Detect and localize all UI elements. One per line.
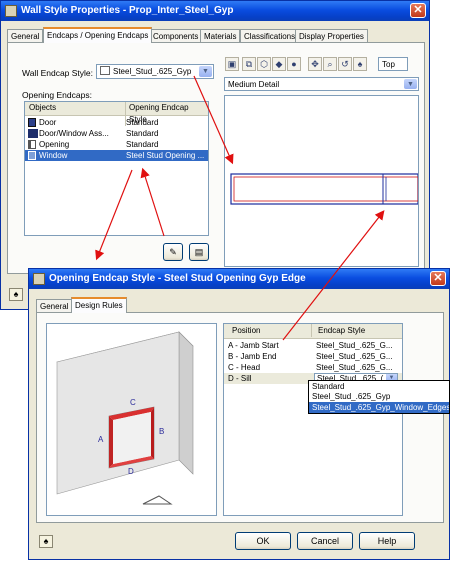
table-row-opening[interactable]: Opening Standard: [25, 139, 208, 150]
chevron-down-icon[interactable]: ▼: [404, 79, 417, 89]
app-icon: [5, 5, 17, 17]
tab-display-properties[interactable]: Display Properties: [295, 29, 368, 43]
close-button[interactable]: ✕: [410, 3, 426, 18]
label-b: B: [159, 427, 165, 436]
row-position: B - Jamb End: [228, 352, 277, 361]
endcap-style-icon: [100, 66, 110, 75]
table-row-jamb-end[interactable]: B - Jamb End Steel_Stud_.625_G...: [224, 351, 402, 362]
preview-toolbar: ▣ ⧉ ⬡ ◆ ● ✥ ⌕ ↺ ♠ Top: [221, 57, 418, 73]
edit-style-button[interactable]: ✎: [163, 243, 183, 261]
row-position: C - Head: [228, 363, 261, 372]
label-a: A: [98, 435, 104, 444]
table-row-window[interactable]: Window Steel Stud Opening ...: [25, 150, 208, 161]
row-object: Door/Window Ass...: [39, 129, 109, 138]
window-title: Wall Style Properties - Prop_Inter_Steel…: [21, 5, 234, 16]
display-detail-select[interactable]: Medium Detail ▼: [224, 77, 419, 91]
label-d: D: [128, 467, 134, 476]
light-icon[interactable]: ♠: [353, 57, 367, 71]
design-rules-panel: A B C D Position Endcap Style A - Jamb S…: [36, 312, 444, 523]
table-row-jamb-start[interactable]: A - Jamb Start Steel_Stud_.625_G...: [224, 340, 402, 351]
opening-icon: [28, 140, 36, 149]
dropdown-option[interactable]: Steel_Stud_.625_Gyp: [309, 392, 449, 402]
tab-endcaps[interactable]: Endcaps / Opening Endcaps: [43, 27, 153, 43]
row-style: Standard: [126, 129, 159, 138]
zoom-icon[interactable]: ⌕: [323, 57, 337, 71]
close-button[interactable]: ✕: [430, 271, 446, 286]
row-style: Standard: [126, 118, 159, 127]
sphere-icon[interactable]: ●: [287, 57, 301, 71]
row-position: D - Sill: [228, 374, 252, 383]
row-endcap-style: Steel_Stud_.625_G...: [316, 352, 393, 361]
row-style: Standard: [126, 140, 159, 149]
tab-general[interactable]: General: [36, 299, 73, 313]
orbit-icon[interactable]: ↺: [338, 57, 352, 71]
window-icon: [28, 151, 36, 160]
chevron-down-icon[interactable]: ▼: [199, 66, 212, 77]
position-endcap-table: Position Endcap Style A - Jamb Start Ste…: [223, 323, 403, 516]
help-button[interactable]: Help: [359, 532, 415, 550]
column-header-endcap-style[interactable]: Endcap Style: [311, 324, 365, 337]
dropdown-option[interactable]: Standard: [309, 382, 449, 392]
tab-content-panel: Wall Endcap Style: Steel_Stud_.625_Gyp ▼…: [7, 42, 425, 274]
table-row-door-window-assembly[interactable]: Door/Window Ass... Standard: [25, 128, 208, 139]
dropdown-option-selected[interactable]: Steel_Stud_.625_Gyp_Window_Edges: [309, 402, 449, 413]
wireframe-icon[interactable]: ⬡: [257, 57, 271, 71]
wall-style-properties-window: Wall Style Properties - Prop_Inter_Steel…: [0, 0, 430, 310]
window-title: Opening Endcap Style - Steel Stud Openin…: [49, 273, 306, 284]
title-bar[interactable]: Wall Style Properties - Prop_Inter_Steel…: [1, 1, 429, 21]
bottom-bar-icon[interactable]: ♠: [9, 288, 23, 301]
cancel-button[interactable]: Cancel: [297, 532, 353, 550]
door-icon: [28, 118, 36, 127]
tab-components[interactable]: Components: [149, 29, 203, 43]
view-select[interactable]: Top: [378, 57, 408, 71]
column-header-position[interactable]: Position: [232, 324, 260, 337]
row-position: A - Jamb Start: [228, 341, 279, 350]
ok-button[interactable]: OK: [235, 532, 291, 550]
table-row-door[interactable]: Door Standard: [25, 117, 208, 128]
table-row-head[interactable]: C - Head Steel_Stud_.625_G...: [224, 362, 402, 373]
copy-icon[interactable]: ⧉: [242, 57, 256, 71]
preview-canvas[interactable]: [224, 95, 419, 267]
endcap-illustration: A B C D: [46, 323, 217, 516]
column-header-objects[interactable]: Objects: [29, 102, 56, 114]
opening-endcaps-label: Opening Endcaps:: [22, 90, 92, 100]
style-manager-icon: ▤: [194, 247, 204, 257]
pencil-icon: ✎: [169, 247, 177, 257]
wall-endcap-style-select[interactable]: Steel_Stud_.625_Gyp ▼: [96, 64, 214, 79]
zoom-extents-icon[interactable]: ✥: [308, 57, 322, 71]
display-detail-value: Medium Detail: [228, 80, 280, 89]
endcap-style-dropdown-list[interactable]: Standard Steel_Stud_.625_Gyp Steel_Stud_…: [308, 380, 450, 414]
row-endcap-style: Steel_Stud_.625_G...: [316, 363, 393, 372]
wall-opening-diagram: [56, 331, 194, 505]
tab-design-rules[interactable]: Design Rules: [71, 297, 127, 313]
opening-endcap-style-window: Opening Endcap Style - Steel Stud Openin…: [28, 268, 450, 560]
wall-endcap-style-label: Wall Endcap Style:: [22, 68, 94, 78]
title-bar[interactable]: Opening Endcap Style - Steel Stud Openin…: [29, 269, 449, 289]
style-manager-button[interactable]: ▤: [189, 243, 209, 261]
label-c: C: [130, 398, 136, 407]
door-window-assembly-icon: [28, 129, 38, 138]
wall-endcap-style-value: Steel_Stud_.625_Gyp: [113, 67, 192, 76]
row-object: Window: [39, 151, 68, 160]
opening-endcaps-table: Objects Opening Endcap Style Door Standa…: [24, 101, 209, 236]
tab-classifications[interactable]: Classifications: [240, 29, 300, 43]
shade-icon[interactable]: ◆: [272, 57, 286, 71]
row-endcap-style: Steel_Stud_.625_G...: [316, 341, 393, 350]
row-object: Door: [39, 118, 57, 127]
row-object: Opening: [39, 140, 70, 149]
tab-general[interactable]: General: [7, 29, 44, 43]
row-style: Steel Stud Opening ...: [126, 151, 205, 160]
app-icon: [33, 273, 45, 285]
save-view-icon[interactable]: ▣: [225, 57, 239, 71]
wall-plan-preview: [230, 173, 418, 205]
bottom-bar-icon[interactable]: ♠: [39, 535, 53, 548]
tab-materials[interactable]: Materials: [200, 29, 241, 43]
